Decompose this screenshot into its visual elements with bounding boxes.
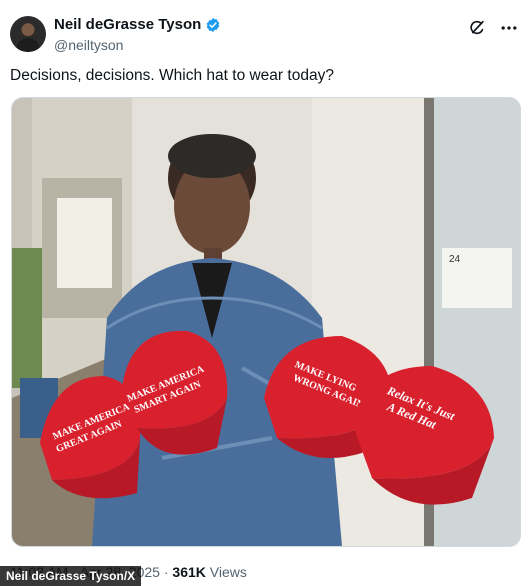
grok-icon[interactable] <box>467 18 487 38</box>
header-actions <box>467 18 519 38</box>
tweet-header: Neil deGrasse Tyson @neiltyson <box>10 14 519 56</box>
tweet-text: Decisions, decisions. Which hat to wear … <box>10 67 334 84</box>
sign-number: 24 <box>449 254 461 265</box>
author-display-name[interactable]: Neil deGrasse Tyson <box>54 16 201 34</box>
views-label: Views <box>209 564 247 580</box>
more-icon[interactable] <box>499 18 519 38</box>
avatar[interactable] <box>10 16 46 52</box>
author-name-row: Neil deGrasse Tyson <box>54 16 221 34</box>
views-count: 361K <box>172 564 206 580</box>
verified-badge-icon[interactable] <box>205 17 221 33</box>
source-watermark: Neil deGrasse Tyson/X <box>0 566 142 586</box>
photo-illustration: 24 MAKE AMERICA GREAT AGAIN MAKE AMERICA… <box>12 98 520 546</box>
author-handle[interactable]: @neiltyson <box>54 36 123 54</box>
tweet-photo[interactable]: 24 MAKE AMERICA GREAT AGAIN MAKE AMERICA… <box>11 97 521 547</box>
